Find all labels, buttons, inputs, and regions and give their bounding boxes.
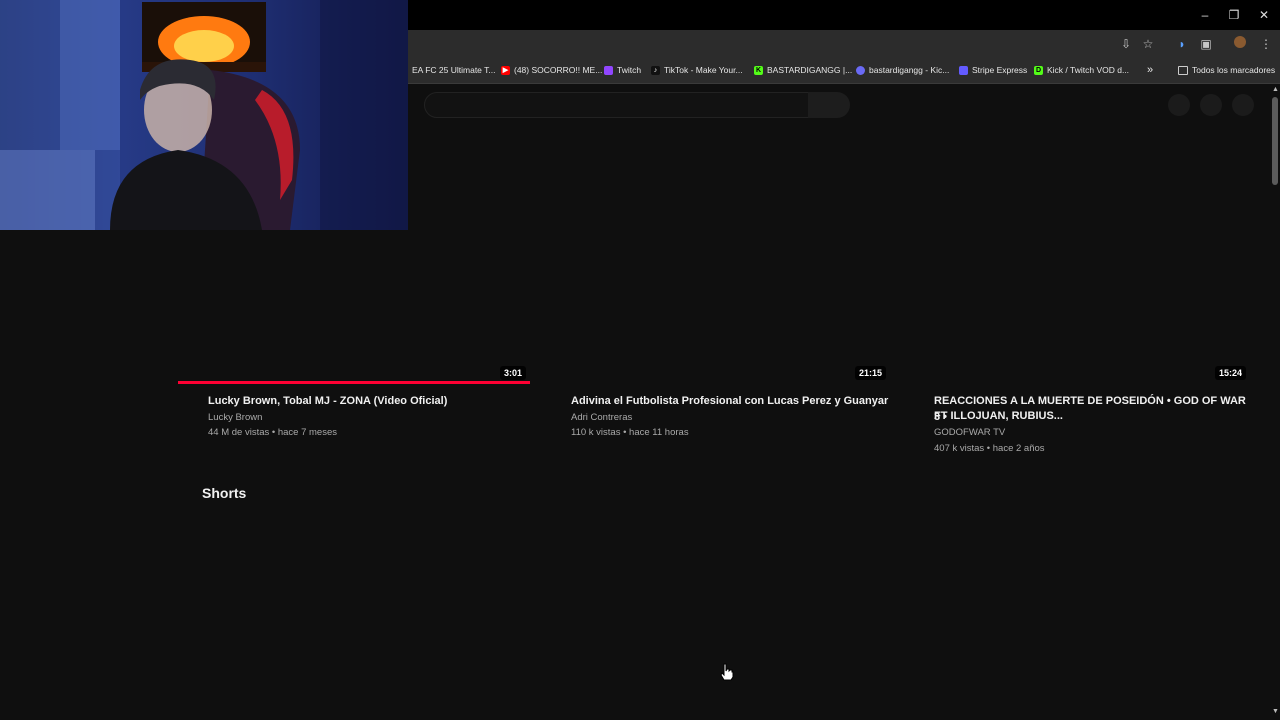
twitch-icon [604, 65, 613, 75]
bookmark-ea-fc[interactable]: EA FC 25 Ultimate T... [412, 63, 495, 77]
video-title[interactable]: Adivina el Futbolista Profesional con Lu… [571, 394, 901, 410]
search-input[interactable] [424, 92, 810, 118]
profile-avatar[interactable] [1232, 36, 1248, 52]
video-thumbnail[interactable]: 3:01 [178, 240, 530, 384]
bookmark-label: Twitch [617, 65, 642, 75]
video-title-line-2[interactable]: FT ILLOJUAN, RUBIUS... [934, 409, 1254, 425]
extensions-icon[interactable]: ▣ [1198, 36, 1214, 52]
bookmark-label: BASTARDIGANGG |... [767, 65, 853, 75]
video-meta: 110 k vistas • hace 11 horas [571, 427, 689, 438]
video-meta: 44 M de vistas • hace 7 meses [208, 427, 337, 438]
bookmark-tiktok[interactable]: ♪ TikTok - Make Your... [651, 63, 743, 77]
duration-badge: 21:15 [854, 366, 886, 380]
hand-cursor-icon [719, 663, 735, 686]
install-app-icon[interactable]: ⇩ [1118, 36, 1134, 52]
bookmark-bastardigangg[interactable]: K BASTARDIGANGG |... [754, 63, 852, 77]
account-avatar[interactable] [1232, 94, 1254, 116]
extension-audio-icon[interactable]: ◗ [1174, 36, 1190, 52]
minimize-icon[interactable]: – [1196, 6, 1214, 24]
bookmark-label: TikTok - Make Your... [664, 65, 743, 75]
video-thumbnail[interactable]: 21:15 [538, 240, 890, 384]
bookmarks-bar: EA FC 25 Ultimate T... ▶ (48) SOCORRO!! … [408, 58, 1280, 84]
chevron-double-icon: » [1147, 64, 1154, 76]
scroll-up-icon[interactable]: ▲ [1272, 86, 1279, 93]
duration-badge: 15:24 [1214, 366, 1246, 380]
restore-icon[interactable]: ❐ [1225, 6, 1243, 24]
close-icon[interactable]: ✕ [1255, 6, 1273, 24]
menu-kebab-icon[interactable]: ⋮ [1258, 36, 1274, 52]
scrollbar-thumb[interactable] [1272, 97, 1278, 185]
notifications-icon[interactable] [1200, 94, 1222, 116]
watch-progress-bar [178, 381, 530, 384]
create-icon[interactable] [1168, 94, 1190, 116]
video-thumbnail[interactable]: 15:24 [898, 240, 1250, 384]
bookmark-label: Kick / Twitch VOD d... [1047, 65, 1130, 75]
browser-toolbar: ⇩ ☆ ◗ ▣ ⋮ [408, 30, 1280, 58]
channel-name[interactable]: GODOFWAR TV [934, 425, 1005, 441]
channel-name[interactable]: Adri Contreras [571, 410, 632, 426]
bookmark-label: bastardigangg - Kic... [869, 65, 950, 75]
bookmarks-overflow-button[interactable]: » [1147, 63, 1153, 77]
link-icon [856, 65, 865, 75]
bookmark-stripe-express[interactable]: Stripe Express [959, 63, 1027, 77]
tiktok-icon: ♪ [651, 65, 660, 75]
bookmark-label: EA FC 25 Ultimate T... [412, 65, 496, 75]
shorts-section-title: Shorts [202, 485, 247, 501]
youtube-icon: ▶ [501, 65, 510, 75]
webcam-overlay [0, 0, 408, 230]
bookmark-star-icon[interactable]: ☆ [1140, 36, 1156, 52]
all-bookmarks-button[interactable]: Todos los marcadores [1178, 63, 1275, 77]
bookmark-bastardigangg-kick[interactable]: bastardigangg - Kic... [856, 63, 949, 77]
channel-name[interactable]: Lucky Brown [208, 410, 262, 426]
search-button[interactable] [808, 92, 850, 118]
scroll-down-icon[interactable]: ▼ [1272, 708, 1279, 715]
video-title[interactable]: Lucky Brown, Tobal MJ - ZONA (Video Ofic… [208, 394, 528, 410]
bookmark-socorro[interactable]: ▶ (48) SOCORRO!! ME... [501, 63, 602, 77]
bookmark-label: Stripe Express [972, 65, 1028, 75]
bookmark-kick-twitch-vod[interactable]: D Kick / Twitch VOD d... [1034, 63, 1129, 77]
bookmark-twitch[interactable]: Twitch [604, 63, 641, 77]
youtube-header [408, 84, 1270, 124]
bookmark-label: (48) SOCORRO!! ME... [514, 65, 603, 75]
all-bookmarks-label: Todos los marcadores [1192, 65, 1276, 75]
video-meta: 407 k vistas • hace 2 años [934, 443, 1045, 454]
duration-badge: 3:01 [499, 366, 526, 380]
folder-icon [1178, 65, 1188, 75]
kick-d-icon: D [1034, 65, 1043, 75]
stripe-icon [959, 65, 968, 75]
kick-icon: K [754, 65, 763, 75]
